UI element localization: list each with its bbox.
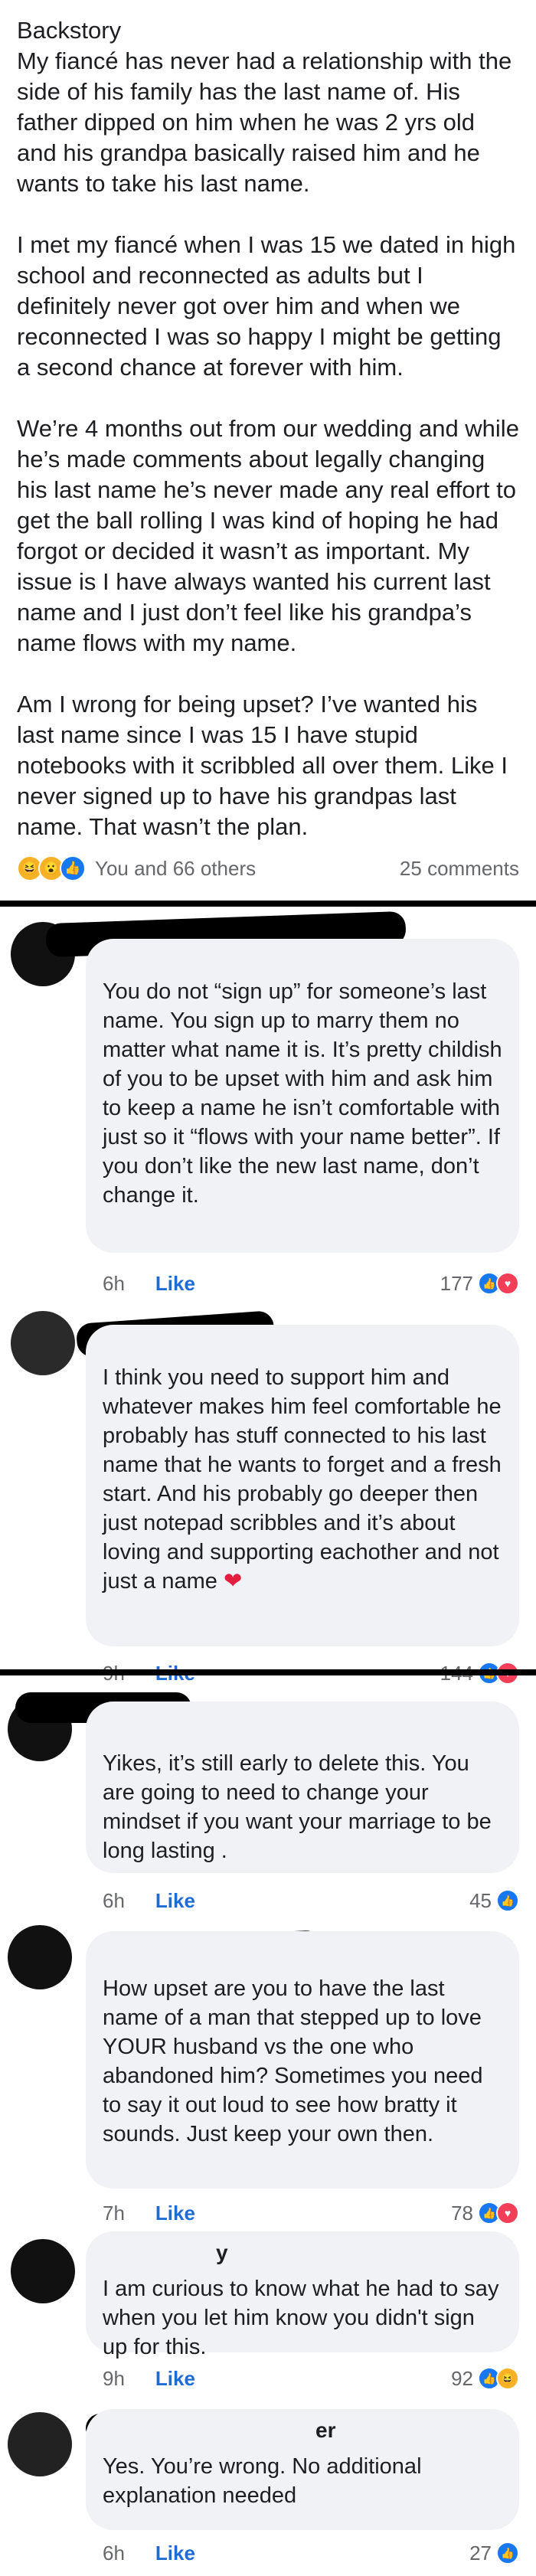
reactions-text[interactable]: You and 66 others — [95, 857, 256, 881]
comment-text: I think you need to support him and what… — [103, 1365, 502, 1594]
reaction-summary[interactable]: 😆 😮 👍 You and 66 others — [17, 855, 256, 881]
comment-text: You do not “sign up” for someone’s last … — [103, 979, 502, 1208]
comment-meta: 7h Like 78 👍 ♥ — [103, 2198, 519, 2228]
comment-reactions[interactable]: 177 👍 ♥ — [440, 1272, 519, 1296]
avatar[interactable] — [8, 2412, 72, 2476]
like-icon: 👍 — [496, 1889, 519, 1912]
like-button[interactable]: Like — [155, 1889, 195, 1913]
post-reactions-bar: 😆 😮 👍 You and 66 others 25 comments — [17, 852, 519, 885]
like-button[interactable]: Like — [155, 2202, 195, 2225]
comment-time[interactable]: 6h — [103, 1889, 125, 1913]
comment-text: Yikes, it’s still early to delete this. … — [103, 1751, 492, 1863]
love-icon: ♥ — [496, 2202, 519, 2225]
comment-bubble: er Yes. You’re wrong. No additional expl… — [86, 2409, 519, 2530]
like-button[interactable]: Like — [155, 1272, 195, 1296]
comment-bubble: You do not “sign up” for someone’s last … — [86, 939, 519, 1253]
comment-bubble: I think you need to support him and what… — [86, 1325, 519, 1646]
post-paragraph: Backstory My fiancé has never had a rela… — [17, 17, 512, 197]
comment-text: I am curious to know what he had to say … — [103, 2277, 499, 2359]
comment-meta: 6h Like 45 👍 — [103, 1885, 519, 1916]
comment-reactions[interactable]: 27 👍 — [469, 2542, 519, 2565]
comment-text: How upset are you to have the last name … — [103, 1976, 483, 2146]
reaction-count: 45 — [469, 1888, 492, 1912]
comment-bubble: y I am curious to know what he had to sa… — [86, 2231, 519, 2359]
comment-bubble: How upset are you to have the last name … — [86, 1931, 519, 2189]
reaction-count: 27 — [469, 2541, 492, 2565]
like-icon: 👍 — [496, 2542, 519, 2565]
divider — [0, 901, 536, 907]
comment-time[interactable]: 7h — [103, 2202, 125, 2225]
divider — [0, 1669, 536, 1675]
post: Backstory My fiancé has never had a rela… — [0, 0, 536, 896]
comments-count[interactable]: 25 comments — [400, 857, 519, 881]
post-paragraph: Am I wrong for being upset? I’ve wanted … — [17, 691, 508, 840]
comment-time[interactable]: 6h — [103, 1272, 125, 1296]
comment-meta: 6h Like 177 👍 ♥ — [103, 1268, 519, 1299]
comment-time[interactable]: 6h — [103, 2542, 125, 2565]
avatar[interactable] — [8, 1925, 72, 1989]
commenter-name-fragment[interactable]: er — [315, 2418, 335, 2443]
reaction-count: 177 — [440, 1271, 473, 1295]
comment-time[interactable]: 9h — [103, 2367, 125, 2391]
like-icon: 👍 — [60, 855, 86, 881]
reaction-count: 92 — [451, 2366, 473, 2390]
commenter-name-fragment[interactable]: y — [216, 2241, 228, 2265]
comment-reactions[interactable]: 92 👍 😆 — [451, 2367, 519, 2391]
heart-emoji: ❤ — [223, 1569, 243, 1594]
comment-reactions[interactable]: 45 👍 — [469, 1889, 519, 1913]
comment-bubble: Yikes, it’s still early to delete this. … — [86, 1702, 519, 1873]
avatar[interactable] — [11, 1311, 75, 1375]
comment-meta: 6h Like 27 👍 — [103, 2538, 519, 2568]
reaction-count: 78 — [451, 2201, 473, 2225]
post-paragraph: We’re 4 months out from our wedding and … — [17, 415, 519, 656]
like-button[interactable]: Like — [155, 2542, 195, 2565]
like-button[interactable]: Like — [155, 2367, 195, 2391]
post-paragraph: I met my fiancé when I was 15 we dated i… — [17, 231, 516, 381]
comment-reactions[interactable]: 78 👍 ♥ — [451, 2202, 519, 2225]
comment-meta: 9h Like 92 👍 😆 — [103, 2363, 519, 2394]
haha-icon: 😆 — [496, 2367, 519, 2390]
avatar[interactable] — [11, 2239, 75, 2303]
comment-text: Yes. You’re wrong. No additional explana… — [103, 2454, 422, 2508]
love-icon: ♥ — [496, 1272, 519, 1295]
